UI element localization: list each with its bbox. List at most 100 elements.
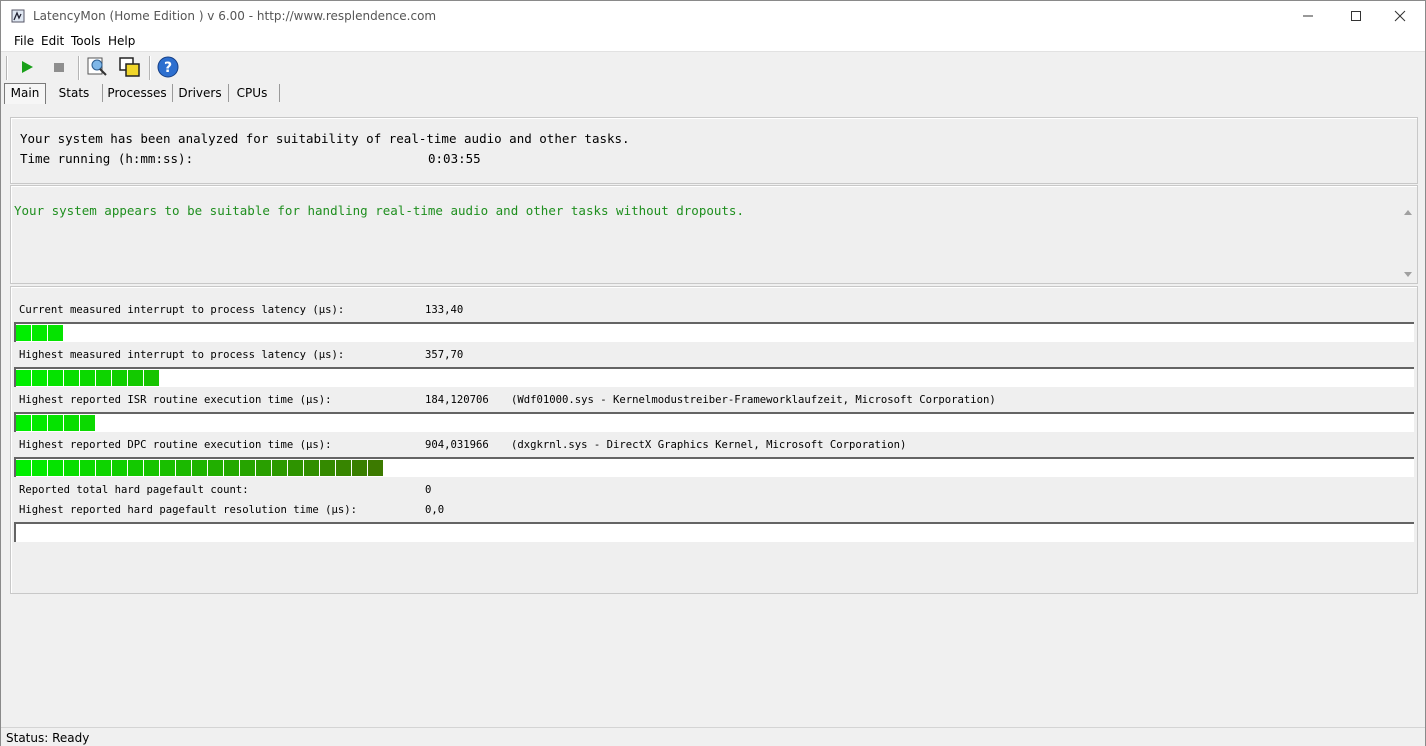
stop-button[interactable] — [47, 55, 71, 79]
report-icon — [87, 57, 107, 76]
meter-segment — [64, 370, 80, 386]
time-running-label: Time running (h:mm:ss): — [20, 151, 194, 166]
scroll-down-icon[interactable] — [1403, 271, 1413, 279]
help-button[interactable]: ? — [156, 55, 180, 79]
verdict-message: Your system appears to be suitable for h… — [14, 203, 744, 218]
metric-value: 133,40 — [425, 304, 464, 316]
meter-segment — [32, 370, 48, 386]
meter-segment — [304, 460, 320, 476]
pagefault-meter — [14, 522, 1414, 542]
meter-segment — [96, 460, 112, 476]
meter-segment — [32, 325, 48, 341]
tab-stats[interactable]: Stats — [53, 84, 95, 102]
metric-value: 357,70 — [425, 349, 464, 361]
minimize-button[interactable] — [1285, 1, 1331, 31]
meter-segment — [32, 460, 48, 476]
tab-separator — [279, 84, 280, 102]
verdict-panel: Your system appears to be suitable for h… — [10, 185, 1418, 284]
toolbar: ? — [1, 52, 1425, 82]
meter-segment — [80, 460, 96, 476]
toolbar-separator — [149, 56, 150, 80]
menu-tools[interactable]: Tools — [71, 34, 101, 48]
meter-segment — [368, 460, 384, 476]
meter-segment — [64, 415, 80, 431]
meter-segment — [128, 370, 144, 386]
tab-strip: Main Stats Processes Drivers CPUs — [1, 82, 1425, 104]
meter-segment — [352, 460, 368, 476]
meter-segment — [48, 325, 64, 341]
meter-segment — [256, 460, 272, 476]
meter-segment — [96, 370, 112, 386]
stop-icon — [54, 63, 64, 72]
metric-label: Highest reported DPC routine execution t… — [19, 439, 332, 451]
meter-segment — [176, 460, 192, 476]
pagefault-time-value: 0,0 — [425, 504, 445, 516]
help-icon: ? — [157, 56, 179, 78]
start-button[interactable] — [15, 55, 39, 79]
meter-segment — [272, 460, 288, 476]
app-icon — [11, 9, 25, 23]
metric-value: 184,120706 — [425, 394, 489, 406]
menu-edit[interactable]: Edit — [41, 34, 64, 48]
maximize-button[interactable] — [1333, 1, 1379, 31]
toolbar-grip — [6, 56, 7, 80]
meter-segment — [48, 415, 64, 431]
tab-cpus[interactable]: CPUs — [233, 84, 271, 102]
time-running-value: 0:03:55 — [428, 151, 481, 166]
meter-segment — [112, 460, 128, 476]
app-window: LatencyMon (Home Edition ) v 6.00 - http… — [0, 0, 1426, 746]
meter-segment — [144, 370, 160, 386]
report-button[interactable] — [85, 55, 109, 79]
maximize-icon — [1351, 11, 1361, 21]
svg-text:?: ? — [164, 60, 172, 76]
meter-segment — [80, 370, 96, 386]
meter-segment — [240, 460, 256, 476]
meter-segment — [16, 460, 32, 476]
menu-help[interactable]: Help — [108, 34, 135, 48]
meter-segment — [32, 415, 48, 431]
tab-main[interactable]: Main — [4, 83, 46, 104]
window-title: LatencyMon (Home Edition ) v 6.00 - http… — [33, 9, 437, 23]
tab-separator — [228, 84, 229, 102]
scroll-up-icon[interactable] — [1403, 208, 1413, 216]
tab-processes[interactable]: Processes — [107, 84, 167, 102]
menu-bar: File Edit Tools Help — [1, 31, 1425, 52]
meter-segment — [144, 460, 160, 476]
meter-segment — [16, 325, 32, 341]
windows-icon — [119, 57, 140, 77]
tab-drivers[interactable]: Drivers — [177, 84, 223, 102]
windows-button[interactable] — [118, 55, 142, 79]
meter-segment — [320, 460, 336, 476]
latency-meter — [14, 457, 1414, 477]
meter-segment — [48, 460, 64, 476]
title-bar: LatencyMon (Home Edition ) v 6.00 - http… — [1, 1, 1425, 31]
metric-label: Current measured interrupt to process la… — [19, 304, 345, 316]
minimize-icon — [1303, 15, 1313, 17]
tab-separator — [172, 84, 173, 102]
status-bar: Status: Ready — [1, 727, 1425, 746]
summary-panel: Your system has been analyzed for suitab… — [10, 117, 1418, 184]
pagefault-count-value: 0 — [425, 484, 432, 496]
metric-detail: (dxgkrnl.sys - DirectX Graphics Kernel, … — [511, 439, 907, 451]
toolbar-separator — [78, 56, 79, 80]
meter-segment — [160, 460, 176, 476]
latency-meter — [14, 322, 1414, 342]
meter-segment — [16, 415, 32, 431]
status-text: Status: Ready — [6, 731, 90, 745]
menu-file[interactable]: File — [14, 34, 34, 48]
metrics-panel: Current measured interrupt to process la… — [10, 286, 1418, 594]
meter-segment — [288, 460, 304, 476]
meter-segment — [112, 370, 128, 386]
meter-segment — [64, 460, 80, 476]
latency-meter — [14, 367, 1414, 387]
metric-label: Highest reported ISR routine execution t… — [19, 394, 332, 406]
close-button[interactable] — [1377, 1, 1423, 31]
meter-segment — [208, 460, 224, 476]
meter-segment — [16, 370, 32, 386]
meter-segment — [336, 460, 352, 476]
start-icon — [22, 61, 33, 73]
summary-text: Your system has been analyzed for suitab… — [20, 131, 630, 146]
pagefault-count-label: Reported total hard pagefault count: — [19, 484, 249, 496]
meter-segment — [80, 415, 96, 431]
meter-segment — [48, 370, 64, 386]
